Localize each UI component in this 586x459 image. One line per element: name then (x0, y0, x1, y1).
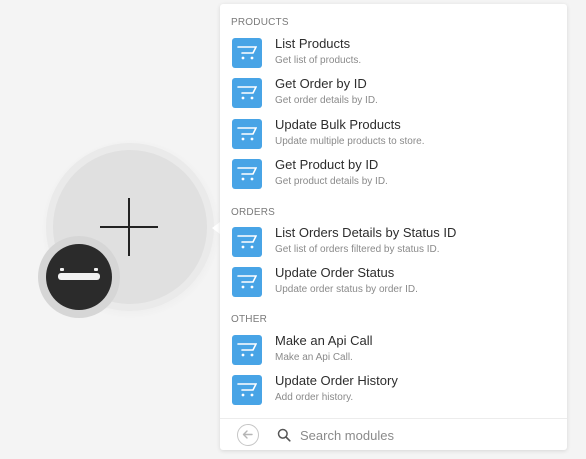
module-item-list-products[interactable]: List Products Get list of products. (220, 36, 567, 76)
module-description: Update order status by order ID. (275, 284, 418, 295)
module-description: Make an Api Call. (275, 352, 353, 363)
module-item-update-bulk-products[interactable]: Update Bulk Products Update multiple pro… (220, 117, 567, 157)
scenario-canvas: PRODUCTS List Products Get list of produ… (0, 0, 586, 459)
module-item-list-orders-details-by-status-id[interactable]: List Orders Details by Status ID Get lis… (220, 225, 567, 265)
module-title: List Products (275, 36, 351, 51)
module-description: Get product details by ID. (275, 176, 388, 187)
opencart-logo-icon[interactable] (46, 244, 112, 310)
popover-arrow (212, 222, 220, 234)
module-title: Make an Api Call (275, 333, 373, 348)
cart-icon (232, 159, 262, 189)
search-modules-input[interactable] (300, 425, 550, 445)
module-item-update-order-status[interactable]: Update Order Status Update order status … (220, 265, 567, 305)
module-description: Get order details by ID. (275, 95, 378, 106)
back-button[interactable] (237, 424, 259, 446)
plus-icon-vertical[interactable] (128, 198, 130, 256)
module-title: Update Bulk Products (275, 117, 401, 132)
cart-icon (232, 119, 262, 149)
logo-dot (60, 268, 64, 271)
search-icon (277, 428, 291, 442)
module-title: Get Product by ID (275, 157, 379, 172)
module-title: Update Order History (275, 373, 398, 388)
logo-dash (58, 273, 100, 280)
module-item-make-an-api-call[interactable]: Make an Api Call Make an Api Call. (220, 333, 567, 373)
module-description: Get list of orders filtered by status ID… (275, 244, 440, 255)
arrow-left-icon (242, 430, 253, 439)
section-label-other: OTHER (231, 314, 267, 325)
cart-icon (232, 227, 262, 257)
cart-icon (232, 375, 262, 405)
module-item-get-order-by-id[interactable]: Get Order by ID Get order details by ID. (220, 76, 567, 116)
module-title: Get Order by ID (275, 76, 367, 91)
cart-icon (232, 267, 262, 297)
cart-icon (232, 78, 262, 108)
module-picker-panel: PRODUCTS List Products Get list of produ… (220, 4, 567, 450)
footer-divider (220, 418, 567, 419)
section-label-orders: ORDERS (231, 207, 275, 218)
module-item-update-order-history[interactable]: Update Order History Add order history. (220, 373, 567, 413)
cart-icon (232, 38, 262, 68)
module-description: Add order history. (275, 392, 354, 403)
logo-dot (94, 268, 98, 271)
module-item-get-product-by-id[interactable]: Get Product by ID Get product details by… (220, 157, 567, 197)
section-label-products: PRODUCTS (231, 17, 289, 28)
cart-icon (232, 335, 262, 365)
module-title: Update Order Status (275, 265, 395, 280)
module-title: List Orders Details by Status ID (275, 225, 457, 240)
module-description: Update multiple products to store. (275, 136, 425, 147)
module-description: Get list of products. (275, 55, 362, 66)
